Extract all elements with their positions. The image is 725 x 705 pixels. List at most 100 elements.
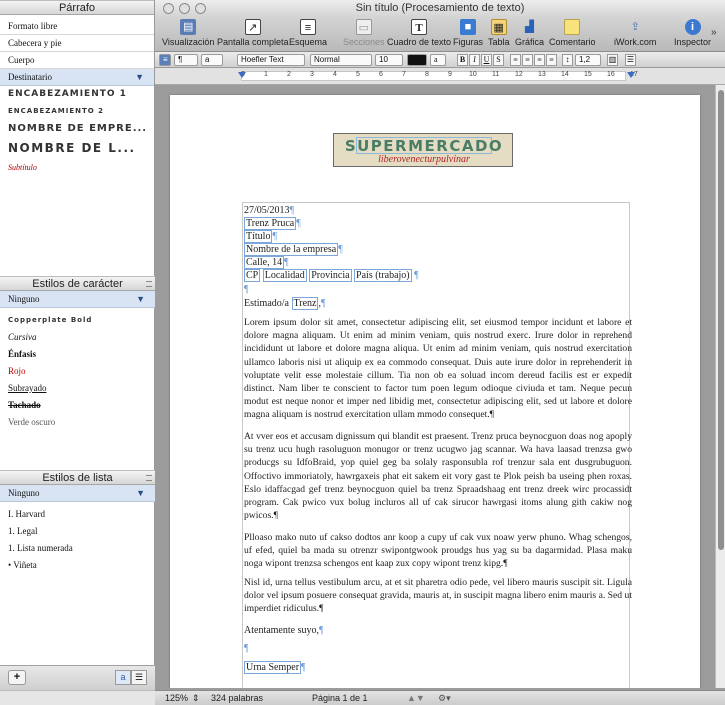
columns-icon[interactable]: ▥	[607, 54, 618, 66]
secciones-button[interactable]: ▭ Secciones	[343, 19, 385, 47]
greeting-name-field[interactable]: Trenz	[291, 297, 319, 310]
prev-next-arrows-icon[interactable]: ▲▼	[407, 691, 425, 705]
province-field[interactable]: Provincia	[309, 269, 352, 282]
lstyle-vineta[interactable]: • Viñeta	[0, 557, 155, 574]
left-indent-marker-icon[interactable]	[238, 72, 246, 78]
body-paragraph-2[interactable]: At vver eos et accusam dignissum qui bla…	[244, 430, 632, 522]
zoom-arrows-icon[interactable]: ⇕	[192, 691, 200, 705]
align-left-icon[interactable]: ≡	[510, 54, 521, 66]
cstyle-enfasis[interactable]: Énfasis	[0, 346, 155, 363]
cstyle-cursiva[interactable]: Cursiva	[0, 329, 155, 346]
document-page[interactable]: SUPERMERCADO liberovenecturpulvinar 27/0…	[170, 95, 700, 688]
signature-field[interactable]: Urna Semper	[244, 661, 302, 674]
pstyle-formato-libre[interactable]: Formato libre	[0, 18, 154, 35]
zoom-window-icon[interactable]	[195, 3, 206, 14]
character-style-popup[interactable]: a	[201, 54, 223, 66]
recipient-field[interactable]: Trenz Pruca	[244, 217, 297, 230]
list-bullets-icon[interactable]: ☰	[625, 54, 636, 66]
street-field[interactable]: Calle, 14	[244, 256, 285, 269]
add-style-button[interactable]: +	[8, 670, 26, 685]
recipient-line[interactable]: Trenz Pruca ¶	[244, 217, 632, 230]
date-line[interactable]: 27/05/2013¶	[244, 204, 632, 217]
inspector-button[interactable]: i Inspector	[674, 19, 711, 47]
company-field[interactable]: Nombre de la empresa	[244, 243, 339, 256]
character-mode-button[interactable]: a	[115, 670, 131, 685]
cstyle-tachado[interactable]: Tachado	[0, 397, 155, 414]
bold-button[interactable]: B	[457, 54, 468, 66]
scroll-thumb[interactable]	[718, 90, 724, 550]
underline-button[interactable]: U	[481, 54, 492, 66]
pstyle-cuerpo[interactable]: Cuerpo	[0, 52, 154, 69]
align-right-icon[interactable]: ≡	[534, 54, 545, 66]
styles-drawer-toggle-icon[interactable]: ≡	[159, 54, 171, 66]
lstyle-legal[interactable]: 1. Legal	[0, 523, 155, 540]
line-spacing-icon[interactable]: ↕	[562, 54, 573, 66]
vertical-scrollbar[interactable]	[715, 85, 725, 688]
italic-button[interactable]: I	[469, 54, 480, 66]
list-mode-button[interactable]: ☰	[131, 670, 147, 685]
comentario-button[interactable]: Comentario	[549, 19, 596, 47]
empty-line[interactable]: ¶	[244, 283, 632, 296]
line-spacing-field[interactable]: 1,2	[575, 54, 601, 66]
empty-line-2[interactable]: ¶	[244, 642, 632, 655]
title-line[interactable]: Título ¶	[244, 230, 632, 243]
pstyle-subtitulo[interactable]: Subtítulo	[0, 159, 154, 176]
highlight-color-well[interactable]: a	[430, 54, 446, 66]
ruler[interactable]: 0 1 2 3 4 5 6 7 8 9 10 11 12 13 14 15 16…	[155, 68, 725, 85]
pstyle-cabecera-pie[interactable]: Cabecera y pie	[0, 35, 154, 52]
grafica-button[interactable]: ▟ Gráfica	[515, 19, 544, 47]
signature-line[interactable]: Urna Semper ¶	[244, 661, 632, 674]
pstyle-nombre-empresa[interactable]: NOMBRE DE EMPRE...	[0, 120, 154, 137]
triangle-down-icon[interactable]: ▼	[136, 485, 145, 501]
pantalla-completa-button[interactable]: ↗ Pantalla completa	[217, 19, 289, 47]
text-color-well[interactable]	[407, 54, 427, 66]
right-indent-marker-icon[interactable]	[627, 72, 635, 78]
cp-field[interactable]: CP	[244, 269, 261, 282]
tabla-button[interactable]: ▦ Tabla	[488, 19, 510, 47]
action-gear-icon[interactable]: ⚙▾	[438, 691, 451, 705]
country-field[interactable]: País (trabajo)	[354, 269, 412, 282]
pstyle-encabezamiento-2[interactable]: ENCABEZAMIENTO 2	[0, 103, 154, 120]
iwork-button[interactable]: ⇪ iWork.com	[614, 19, 656, 47]
justify-icon[interactable]: ≡	[546, 54, 557, 66]
cstyle-ninguno[interactable]: Ninguno ▼	[0, 291, 155, 308]
font-size-field[interactable]: 10	[375, 54, 403, 66]
zoom-popup[interactable]: 125%	[165, 691, 188, 705]
strikethrough-button[interactable]: S	[493, 54, 504, 66]
figuras-button[interactable]: ■ Figuras	[453, 19, 483, 47]
align-center-icon[interactable]: ≡	[522, 54, 533, 66]
triangle-down-icon[interactable]: ▼	[135, 69, 144, 85]
locality-field[interactable]: Localidad	[262, 269, 307, 282]
resize-grip-icon[interactable]	[146, 475, 152, 481]
cstyle-verde-oscuro[interactable]: Verde oscuro	[0, 414, 155, 431]
greeting-line[interactable]: Estimado/a Trenz ,¶	[244, 297, 632, 310]
lstyle-harvard[interactable]: I. Harvard	[0, 506, 155, 523]
cstyle-copperplate[interactable]: Copperplate Bold	[0, 312, 155, 329]
resize-grip-icon[interactable]	[146, 281, 152, 287]
pstyle-encabezamiento-1[interactable]: ENCABEZAMIENTO 1	[0, 86, 154, 103]
triangle-down-icon[interactable]: ▼	[136, 291, 145, 307]
typeface-popup[interactable]: Normal	[310, 54, 372, 66]
esquema-button[interactable]: ≡ Esquema	[289, 19, 327, 47]
body-paragraph-3[interactable]: Plloaso mako nuto uf cakso dodtos anr ko…	[244, 531, 632, 571]
title-field[interactable]: Título	[244, 230, 273, 243]
street-line[interactable]: Calle, 14 ¶	[244, 256, 632, 269]
cuadro-texto-button[interactable]: T Cuadro de texto	[387, 19, 451, 47]
lstyle-numerada[interactable]: 1. Lista numerada	[0, 540, 155, 557]
cstyle-rojo[interactable]: Rojo	[0, 363, 155, 380]
minimize-window-icon[interactable]	[179, 3, 190, 14]
lstyle-ninguno[interactable]: Ninguno ▼	[0, 485, 155, 502]
close-window-icon[interactable]	[163, 3, 174, 14]
company-line[interactable]: Nombre de la empresa ¶	[244, 243, 632, 256]
paragraph-style-popup[interactable]: ¶	[174, 54, 198, 66]
logo-box[interactable]: SUPERMERCADO liberovenecturpulvinar	[333, 133, 513, 167]
body-paragraph-4[interactable]: Nisl id, urna tellus vestibulum arcu, at…	[244, 576, 632, 616]
pstyle-destinatario[interactable]: Destinatario ▼	[0, 69, 154, 86]
closing-line[interactable]: Atentamente suyo,¶	[244, 624, 632, 637]
toolbar-overflow-icon[interactable]: »	[711, 27, 717, 38]
body-paragraph-1[interactable]: Lorem ipsum dolor sit amet, consectetur …	[244, 316, 632, 422]
pstyle-nombre-l[interactable]: NOMBRE DE L...	[0, 137, 154, 159]
address-line[interactable]: CP Localidad Provincia País (trabajo) ¶	[244, 269, 632, 282]
visualizacion-button[interactable]: ▤ Visualización	[162, 19, 214, 47]
cstyle-subrayado[interactable]: Subrayado	[0, 380, 155, 397]
